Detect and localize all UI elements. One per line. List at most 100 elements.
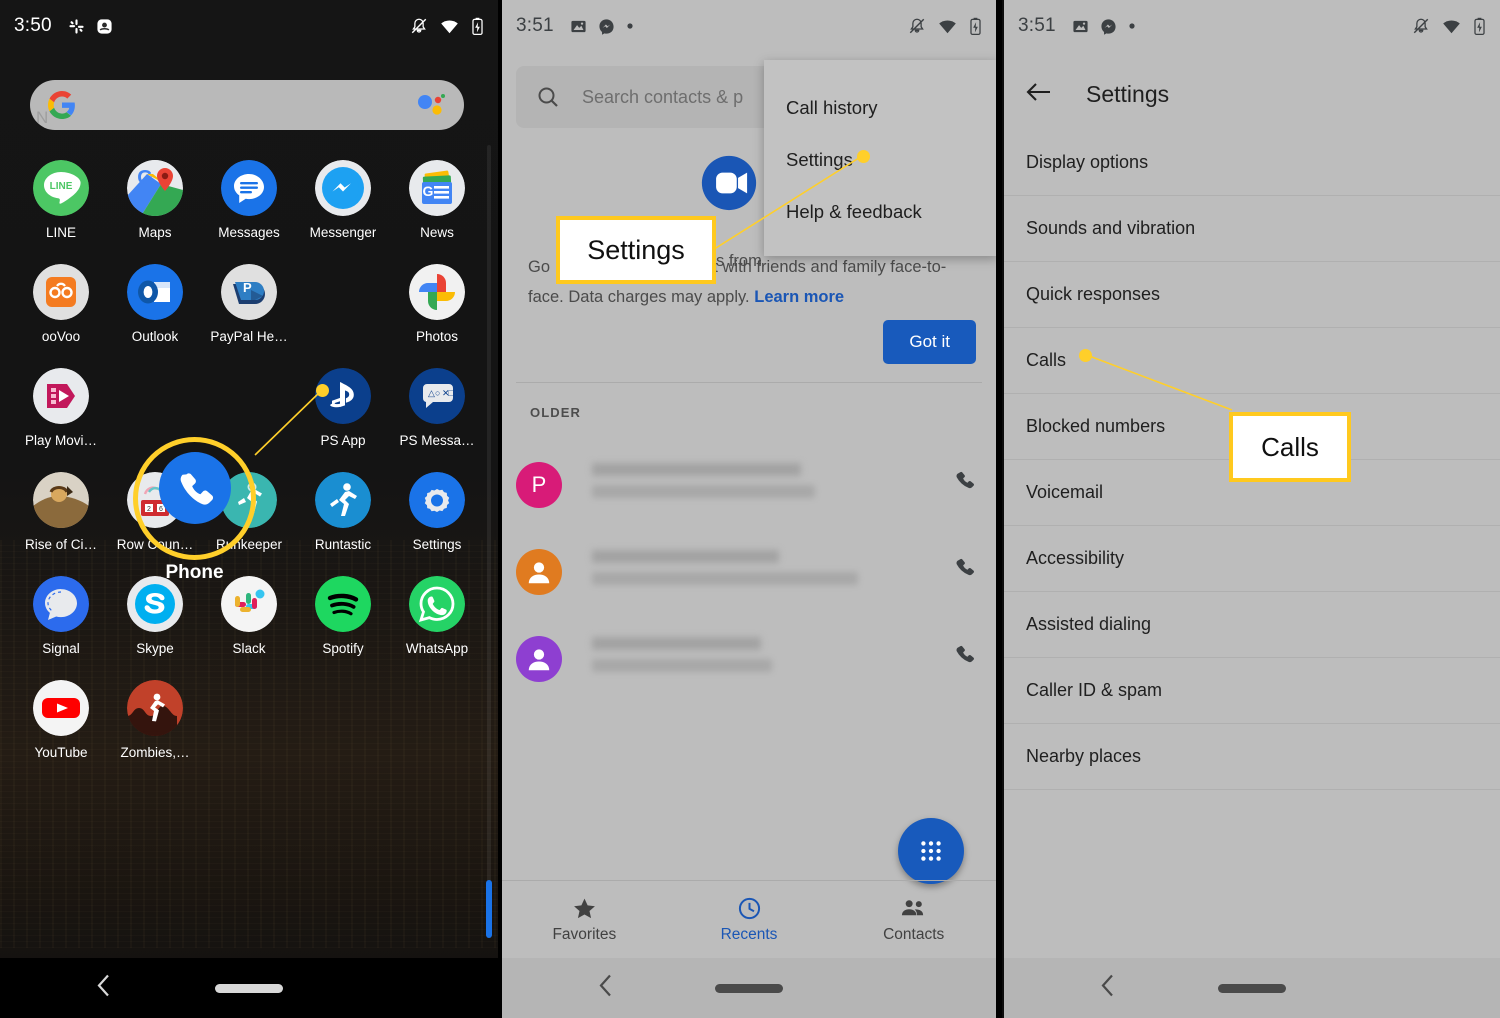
app-messages[interactable]: Messages (202, 160, 296, 240)
app-spotify[interactable]: Spotify (296, 576, 390, 656)
facebook-messenger-icon (315, 160, 371, 216)
app-slack[interactable]: Slack (202, 576, 296, 656)
call-log-row[interactable] (516, 532, 982, 612)
tab-favorites[interactable]: Favorites (502, 881, 667, 958)
playstation-messages-icon: △ ○ ✕ □ (409, 368, 465, 424)
tab-label: Contacts (883, 925, 945, 943)
google-assistant-icon[interactable] (416, 92, 446, 118)
app-play-movi[interactable]: Play Movi… (14, 368, 108, 448)
settings-item-accessibility[interactable]: Accessibility (1004, 526, 1500, 592)
menu-item-help-feedback[interactable]: Help & feedback (764, 186, 996, 238)
svg-text:LINE: LINE (50, 181, 73, 192)
app-label: PayPal He… (210, 329, 288, 344)
app-label: News (420, 225, 454, 240)
overflow-menu: Call history Settings Help & feedback (764, 60, 996, 256)
smiley-app-icon (97, 18, 112, 34)
status-time: 3:50 (14, 15, 52, 36)
settings-item-assisted-dialing[interactable]: Assisted dialing (1004, 592, 1500, 658)
phone-settings-panel: 3:51 Settings Display options Sounds and … (1004, 0, 1500, 1018)
notifications-silenced-icon (909, 18, 925, 34)
facebook-messenger-icon (599, 18, 614, 35)
app-drawer-scrollbar[interactable] (486, 880, 492, 938)
google-duo-logo (698, 152, 760, 219)
back-button[interactable] (96, 973, 112, 1004)
home-gesture-pill[interactable] (1218, 983, 1286, 993)
dot-icon (1129, 23, 1135, 29)
app-rise-of-ci[interactable]: Rise of Ci… (14, 472, 108, 552)
app-phone[interactable]: Phone (296, 264, 390, 344)
settings-item-calls[interactable]: Calls (1004, 328, 1500, 394)
app-news[interactable]: G News (390, 160, 484, 240)
svg-text:○: ○ (435, 388, 440, 398)
system-navigation-bar-settings (1004, 958, 1500, 1018)
app-ps-app[interactable]: PS App (296, 368, 390, 448)
call-log-row[interactable] (516, 619, 982, 699)
app-ps-messa[interactable]: △ ○ ✕ □ PS Messa… (390, 368, 484, 448)
ghost-text: N (36, 108, 49, 127)
settings-item-quick-responses[interactable]: Quick responses (1004, 262, 1500, 328)
app-label: Outlook (131, 329, 179, 344)
zombies-run-icon (127, 680, 183, 736)
app-skype[interactable]: Skype (108, 576, 202, 656)
app-label: YouTube (34, 745, 88, 760)
star-icon (573, 898, 595, 918)
app-label: Maps (138, 225, 172, 240)
app-line[interactable]: LINE LINE (14, 160, 108, 240)
callout-settings: Settings (556, 216, 716, 284)
avatar (516, 636, 562, 682)
app-zombies[interactable]: Zombies,… (108, 680, 202, 760)
wifi-icon (939, 19, 956, 33)
phone-app-panel: 3:51 Search contacts & p s from Go lets … (502, 0, 996, 1018)
app-label: ooVoo (41, 329, 81, 344)
app-paypal-he[interactable]: P PayPal He… (202, 264, 296, 344)
app-settings[interactable]: Settings (390, 472, 484, 552)
whatsapp-icon (409, 576, 465, 632)
learn-more-link[interactable]: Learn more (754, 288, 844, 306)
app-label: Messenger (309, 225, 377, 240)
section-header-older: OLDER (530, 405, 581, 420)
app-drawer-scroll-track[interactable] (487, 145, 491, 935)
settings-item-caller-id-spam[interactable]: Caller ID & spam (1004, 658, 1500, 724)
tab-contacts[interactable]: Contacts (831, 881, 996, 958)
app-whatsapp[interactable]: WhatsApp (390, 576, 484, 656)
back-arrow-icon[interactable] (1026, 81, 1052, 108)
settings-item-label: Caller ID & spam (1026, 680, 1163, 700)
line-icon: LINE (33, 160, 89, 216)
app-youtube[interactable]: YouTube (14, 680, 108, 760)
settings-item-sounds-and-vibration[interactable]: Sounds and vibration (1004, 196, 1500, 262)
home-gesture-pill[interactable] (715, 983, 783, 993)
app-label: PS App (320, 433, 366, 448)
back-button[interactable] (598, 973, 614, 1004)
google-photos-icon (409, 264, 465, 320)
app-messenger[interactable]: Messenger (296, 160, 390, 240)
app-oovoo[interactable]: ooVoo (14, 264, 108, 344)
call-icon[interactable] (952, 642, 982, 677)
tab-recents[interactable]: Recents (667, 881, 832, 958)
google-search-bar[interactable] (30, 80, 464, 130)
search-icon (538, 87, 558, 107)
got-it-button[interactable]: Got it (883, 320, 976, 364)
dialpad-fab[interactable] (898, 818, 964, 884)
app-photos[interactable]: Photos (390, 264, 484, 344)
app-maps[interactable]: G Maps (108, 160, 202, 240)
call-icon[interactable] (952, 555, 982, 590)
settings-callout-dot (857, 150, 870, 163)
settings-item-display-options[interactable]: Display options (1004, 130, 1500, 196)
menu-item-call-history[interactable]: Call history (764, 82, 996, 134)
back-button[interactable] (1100, 973, 1116, 1004)
app-signal[interactable]: Signal (14, 576, 108, 656)
home-gesture-pill[interactable] (215, 983, 283, 993)
app-runtastic[interactable]: Runtastic (296, 472, 390, 552)
settings-item-label: Display options (1026, 152, 1149, 172)
call-log-row[interactable]: P (516, 445, 982, 525)
call-icon[interactable] (952, 468, 982, 503)
slack-icon (221, 576, 277, 632)
phone-icon-enlarged[interactable] (159, 452, 231, 524)
app-label: Settings (412, 537, 462, 552)
battery-charging-icon (970, 17, 981, 35)
app-outlook[interactable]: Outlook (108, 264, 202, 344)
settings-item-nearby-places[interactable]: Nearby places (1004, 724, 1500, 790)
clock-icon (738, 897, 760, 919)
outlook-icon (127, 264, 183, 320)
menu-item-settings[interactable]: Settings (764, 134, 996, 186)
